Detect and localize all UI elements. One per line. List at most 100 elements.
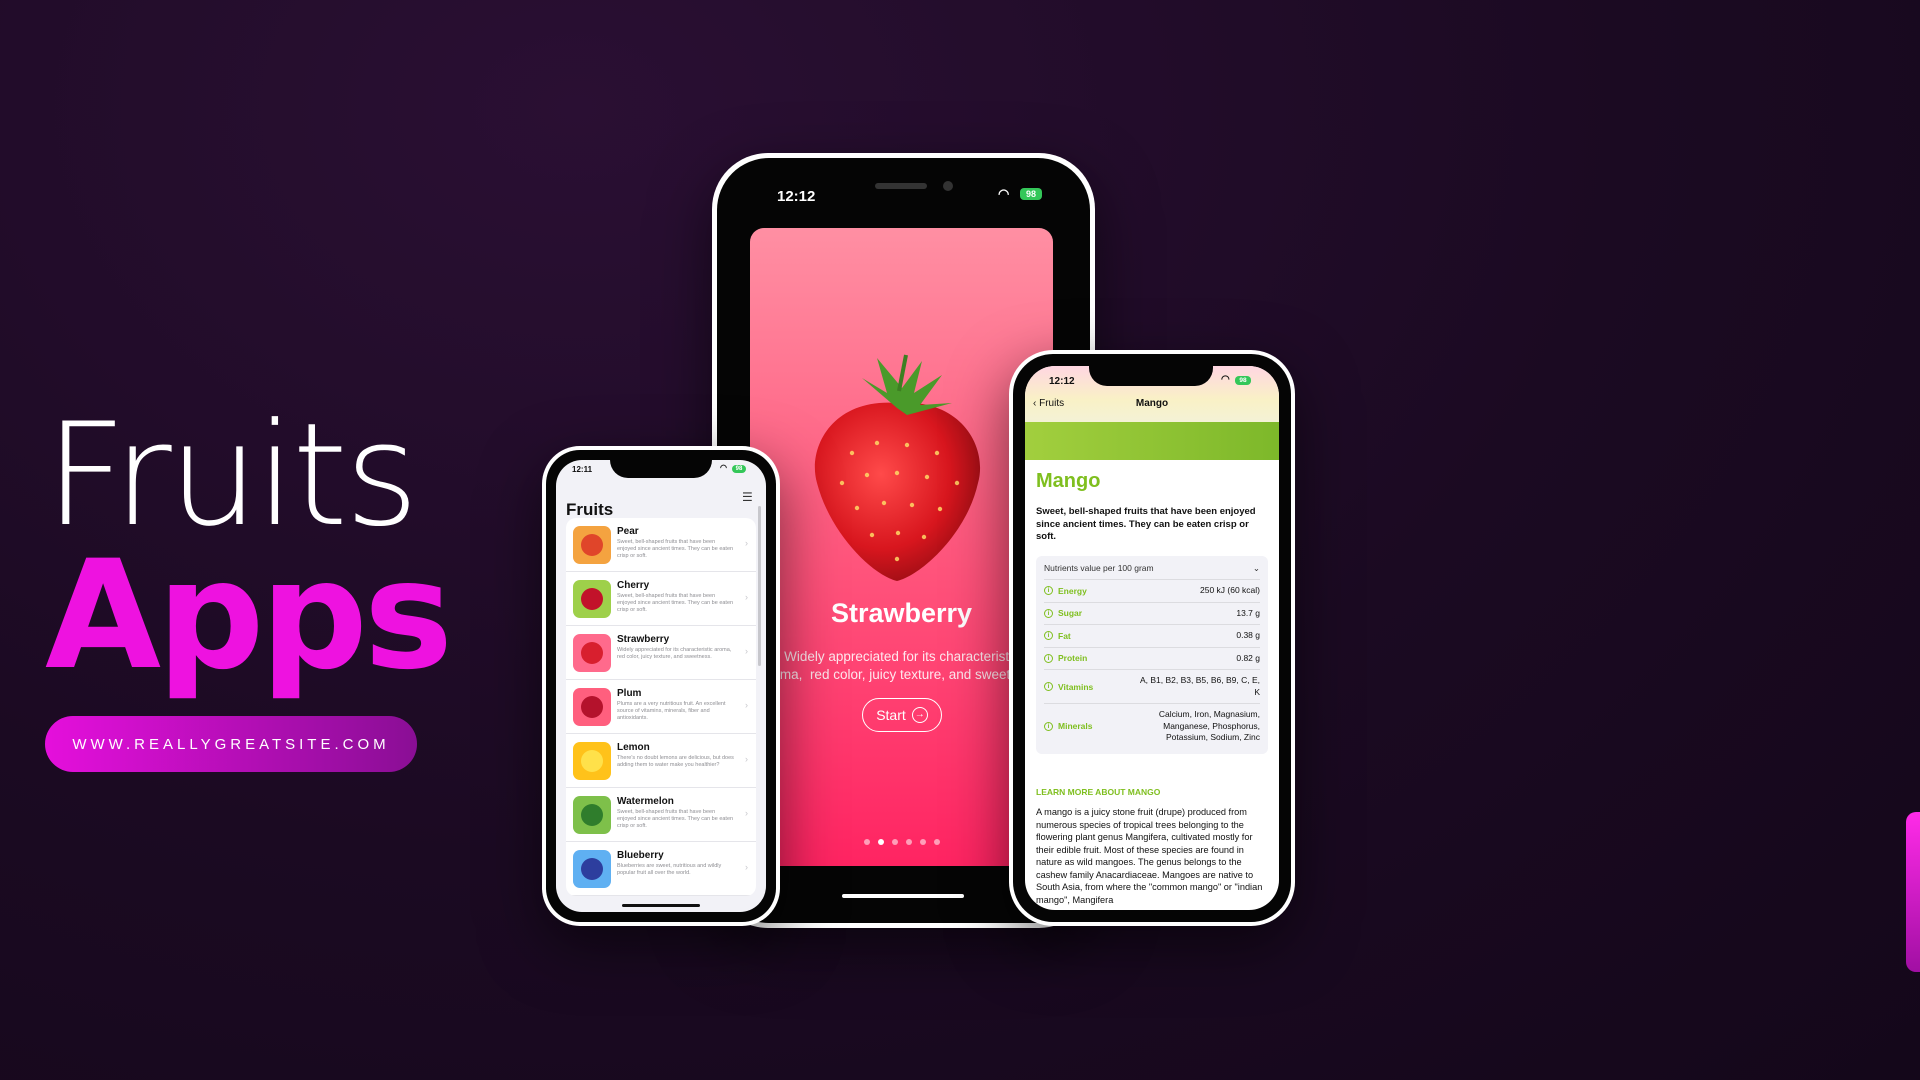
fruit-item-name: Cherry — [617, 580, 650, 591]
title-line-2: Apps — [45, 529, 453, 703]
nutrient-name: Protein — [1058, 653, 1088, 664]
nutrient-name: Fat — [1058, 630, 1071, 641]
wifi-icon: ◠ — [998, 186, 1010, 201]
fruit-list-item[interactable]: Lemon There's no doubt lemons are delicio… — [566, 734, 756, 788]
nav-title: Mango — [1135, 398, 1169, 409]
learn-more-heading: LEARN MORE ABOUT MANGO — [1036, 787, 1161, 797]
hero: Fruits Apps — [45, 393, 453, 703]
fruit-list-item[interactable]: Plum Plums are a very nutritious fruit. A… — [566, 680, 756, 734]
nutrient-value: A, B1, B2, B3, B5, B6, B9, C, E, K — [1140, 675, 1261, 697]
page-indicator[interactable] — [750, 839, 1053, 845]
nutrient-name: Vitamins — [1058, 681, 1094, 692]
strawberry-image — [814, 354, 981, 581]
page-dot[interactable] — [863, 839, 870, 845]
start-label: Start — [876, 707, 906, 723]
nutrient-row: i Sugar 13.7 g — [1044, 601, 1260, 625]
fruit-thumbnail — [573, 850, 611, 888]
scrollbar[interactable] — [758, 506, 761, 666]
fruit-thumbnail — [573, 796, 611, 834]
nutrient-row: i Fat 0.38 g — [1044, 624, 1260, 647]
title-line-1: Fruits — [45, 393, 419, 558]
page-dot[interactable] — [905, 839, 912, 845]
filter-icon[interactable]: ☰ — [742, 490, 753, 504]
battery-icon: 98 — [732, 465, 746, 473]
home-indicator — [842, 894, 964, 898]
fruit-item-desc: Widely appreciated for its characteristi… — [617, 647, 732, 660]
fruit-body-text: A mango is a juicy stone fruit (drupe) p… — [1036, 807, 1263, 905]
page-dot[interactable] — [919, 839, 926, 845]
fruit-detail-screen: 12:12 ◠ 98 ‹ Fruits Mango Mango Sweet, b… — [1025, 366, 1279, 910]
info-icon[interactable]: i — [1044, 586, 1053, 596]
fruit-list-item[interactable]: Pear Sweet, bell-shaped fruits that have … — [566, 518, 756, 572]
fruit-item-name: Blueberry — [617, 850, 664, 861]
fruit-icon — [581, 534, 603, 556]
fruit-list-item[interactable]: Strawberry Widely appreciated for its cha… — [566, 626, 756, 680]
fruit-list-item[interactable]: Cherry Sweet, bell-shaped fruits that hav… — [566, 572, 756, 626]
header-image — [1025, 422, 1279, 460]
start-button[interactable]: Start → — [862, 698, 942, 732]
fruit-thumbnail — [573, 688, 611, 726]
fruit-item-name: Plum — [617, 688, 642, 699]
nutrient-value: 0.38 g — [1236, 630, 1260, 640]
nutrient-name: Minerals — [1058, 721, 1093, 732]
fruit-icon — [581, 858, 603, 880]
nutrient-name: Sugar — [1058, 608, 1083, 619]
fruit-item-name: Watermelon — [617, 796, 674, 807]
nutrient-label: i Sugar — [1044, 608, 1082, 618]
onboarding-screen: Strawberry Widely appreciated for its ch… — [750, 228, 1053, 866]
fruit-item-desc: There's no doubt lemons are delicious, b… — [617, 755, 734, 768]
page-dot[interactable] — [877, 839, 884, 845]
fruit-description: Widely appreciated for its characteristi… — [760, 649, 1042, 682]
notch — [1089, 366, 1213, 386]
nutrient-value: 13.7 g — [1236, 607, 1260, 618]
list-title: Fruits — [566, 500, 614, 519]
phone-fruit-detail: 12:12 ◠ 98 ‹ Fruits Mango Mango Sweet, b… — [1009, 350, 1295, 926]
website-url-button[interactable]: WWW.REALLYGREATSITE.COM — [45, 716, 417, 772]
nutrients-panel[interactable]: Nutrients value per 100 gram ⌄ i Energy 25… — [1036, 556, 1268, 754]
chevron-right-icon: › — [745, 808, 748, 818]
fruit-thumbnail — [573, 634, 611, 672]
nutrients-header-label: Nutrients value per 100 gram — [1044, 563, 1154, 573]
info-icon[interactable]: i — [1044, 682, 1053, 691]
arrow-right-icon: → — [911, 707, 928, 723]
nutrient-label: i Vitamins — [1044, 682, 1093, 692]
info-icon[interactable]: i — [1044, 631, 1053, 641]
nutrients-header[interactable]: Nutrients value per 100 gram ⌄ — [1044, 561, 1260, 579]
chevron-right-icon: › — [745, 646, 748, 656]
fruit-item-desc: Sweet, bell-shaped fruits that have been… — [617, 593, 734, 613]
info-icon[interactable]: i — [1044, 608, 1053, 618]
fruit-item-name: Pear — [617, 526, 639, 537]
nutrient-label: i Fat — [1044, 631, 1071, 641]
fruit-thumbnail — [573, 742, 611, 780]
fruit-thumbnail — [573, 526, 611, 564]
fruit-headline: Sweet, bell-shaped fruits that have been… — [1036, 506, 1256, 542]
fruit-list-item[interactable]: Watermelon Sweet, bell-shaped fruits that… — [566, 788, 756, 842]
battery-icon: 98 — [1235, 376, 1251, 385]
nutrient-value: 0.82 g — [1236, 652, 1260, 663]
fruit-item-desc: Plums are a very nutritious fruit. An ex… — [617, 701, 726, 721]
page-dot[interactable] — [891, 839, 898, 845]
nutrient-row: i Energy 250 kJ (60 kcal) — [1044, 579, 1260, 602]
fruit-list: Pear Sweet, bell-shaped fruits that have … — [566, 518, 756, 896]
chevron-right-icon: › — [745, 862, 748, 872]
fruit-icon — [581, 804, 603, 826]
info-icon[interactable]: i — [1044, 653, 1053, 663]
fruit-icon — [581, 642, 603, 664]
speaker — [875, 183, 927, 189]
chevron-right-icon: › — [745, 700, 748, 710]
status-bar: 12:12 ◠ 98 — [712, 153, 1095, 233]
nutrient-label: i Protein — [1044, 653, 1087, 663]
nutrient-value: 250 kJ (60 kcal) — [1200, 585, 1260, 595]
fruit-icon — [581, 696, 603, 718]
fruit-name: Strawberry — [830, 598, 973, 628]
fruit-item-name: Strawberry — [617, 634, 670, 645]
fruit-list-item[interactable]: Blueberry Blueberries are sweet, nutritio… — [566, 842, 756, 896]
nutrient-label: i Minerals — [1044, 721, 1093, 731]
status-time: 12:12 — [777, 188, 816, 205]
status-time: 12:11 — [572, 465, 593, 474]
phone-fruit-list: 12:11 ◠ 98 ☰ Fruits Pear Sweet, bell-shap… — [542, 446, 780, 926]
info-icon[interactable]: i — [1044, 721, 1053, 731]
fruit-list-screen: 12:11 ◠ 98 ☰ Fruits Pear Sweet, bell-shap… — [556, 460, 766, 912]
nutrient-row: i Vitamins A, B1, B2, B3, B5, B6, B9, C, E… — [1044, 669, 1260, 703]
page-dot[interactable] — [933, 839, 940, 845]
